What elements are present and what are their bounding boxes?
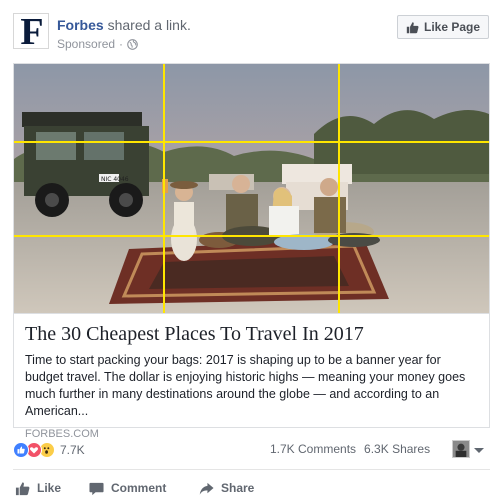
- comment-icon: [89, 482, 104, 495]
- post-author-line: Forbes shared a link.: [57, 16, 191, 34]
- safari-picnic-photo: NIC 4046: [14, 64, 489, 313]
- share-arrow-icon: [199, 482, 214, 495]
- like-page-label: Like Page: [423, 20, 481, 34]
- like-button[interactable]: Like: [15, 477, 61, 499]
- engagement-counts: 1.7K Comments 6.3K Shares: [270, 442, 430, 456]
- post-meta: Sponsored ·: [57, 36, 138, 52]
- post-action-bar: Like Comment Share: [13, 477, 490, 499]
- logo-letter: F: [20, 11, 44, 53]
- sponsored-post: F Forbes shared a link. Sponsored · Like…: [0, 0, 503, 503]
- separator-dot: ·: [119, 37, 124, 51]
- article-photo[interactable]: NIC 4046: [14, 64, 489, 313]
- share-button-label: Share: [221, 481, 255, 495]
- thumbs-up-icon: [15, 481, 30, 495]
- comment-button-label: Comment: [111, 481, 167, 495]
- card-text-block[interactable]: The 30 Cheapest Places To Travel In 2017…: [14, 313, 489, 440]
- reaction-summary[interactable]: 7.7K: [13, 440, 85, 460]
- article-description: Time to start packing your bags: 2017 is…: [25, 353, 466, 418]
- comment-button[interactable]: Comment: [89, 477, 166, 499]
- share-button[interactable]: Share: [199, 477, 254, 499]
- globe-icon[interactable]: [127, 38, 138, 50]
- sponsored-label[interactable]: Sponsored: [57, 36, 115, 52]
- action-divider: [13, 469, 490, 470]
- author-name-link[interactable]: Forbes: [57, 17, 104, 33]
- like-reaction-icon: [13, 442, 29, 458]
- article-domain: FORBES.COM: [25, 428, 99, 440]
- article-headline[interactable]: The 30 Cheapest Places To Travel In 2017: [25, 321, 479, 347]
- like-button-label: Like: [37, 481, 62, 495]
- reaction-count[interactable]: 7.7K: [60, 443, 85, 457]
- comments-count-link[interactable]: 1.7K Comments: [270, 442, 356, 456]
- forbes-logo[interactable]: F: [13, 11, 49, 53]
- like-page-button[interactable]: Like Page: [397, 15, 489, 39]
- chevron-down-icon[interactable]: [474, 448, 484, 453]
- viewer-avatar[interactable]: [452, 440, 470, 458]
- jeep-plate: NIC 4046: [101, 176, 129, 183]
- shares-count-link[interactable]: 6.3K Shares: [364, 442, 430, 456]
- post-action-text: shared a link.: [107, 17, 191, 33]
- link-preview-card[interactable]: NIC 4046 The 30 Cheapest Places To Trave…: [13, 63, 490, 440]
- thumbs-up-icon: [406, 21, 419, 33]
